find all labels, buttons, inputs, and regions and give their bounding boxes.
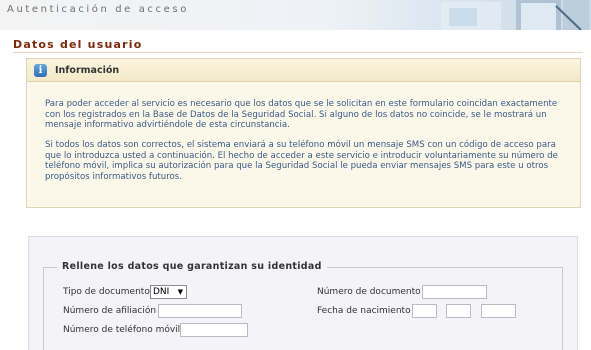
fieldset-legend: Rellene los datos que garantizan su iden… — [57, 261, 327, 272]
fecha-dia-input[interactable] — [412, 304, 437, 318]
dropdown-arrow-icon: ▼ — [177, 288, 183, 296]
numero-afiliacion-input[interactable] — [158, 304, 242, 318]
tipo-documento-select[interactable]: DNI ▼ — [150, 285, 187, 299]
info-panel: i Información Para poder acceder al serv… — [26, 58, 581, 208]
numero-telefono-input[interactable] — [180, 323, 248, 337]
fecha-nacimiento-label: Fecha de nacimiento — [317, 306, 411, 316]
info-icon: i — [34, 64, 47, 77]
info-paragraph-1: Para poder acceder al servicio es necesa… — [45, 99, 558, 131]
info-panel-title: Información — [55, 65, 120, 76]
banner-device-illustration — [441, 0, 589, 30]
header-banner: Autenticación de acceso — [0, 0, 591, 30]
info-panel-header: i Información — [27, 59, 580, 82]
fecha-mes-input[interactable] — [446, 304, 471, 318]
title-divider — [13, 52, 583, 53]
numero-documento-input[interactable] — [422, 285, 487, 299]
banner-title: Autenticación de acceso — [7, 4, 189, 15]
numero-telefono-label: Número de teléfono móvil — [63, 325, 181, 335]
numero-documento-label: Número de documento — [317, 287, 421, 297]
tipo-documento-value: DNI — [153, 287, 170, 297]
page-title: Datos del usuario — [13, 38, 143, 51]
numero-afiliacion-label: Número de afiliación — [63, 306, 157, 316]
tipo-documento-label: Tipo de documento — [63, 287, 150, 297]
fecha-anio-input[interactable] — [481, 304, 516, 318]
info-paragraph-2: Si todos los datos son correctos, el sis… — [45, 140, 558, 182]
